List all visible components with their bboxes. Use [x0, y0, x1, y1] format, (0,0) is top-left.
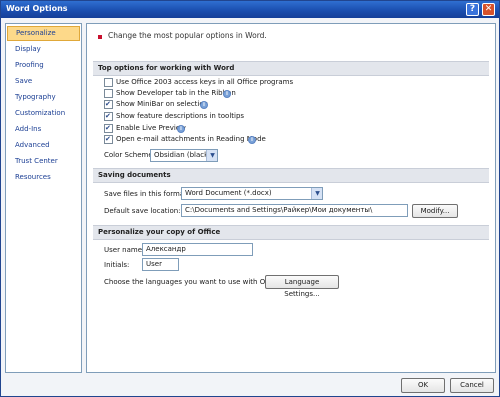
color-scheme-label: Color Scheme: [104, 151, 156, 159]
modify-button[interactable]: Modify... [412, 204, 458, 218]
section-title: Saving documents [98, 171, 171, 179]
cancel-button[interactable]: Cancel [450, 378, 494, 393]
sidebar-item-proofing[interactable]: Proofing [7, 58, 80, 73]
save-format-value: Word Document (*.docx) [185, 189, 272, 197]
help-button[interactable]: ? [466, 3, 479, 16]
save-location-label: Default save location: [104, 207, 181, 215]
word-options-dialog: Word Options ? ✕ Personalize Display Pro… [0, 0, 500, 397]
section-title: Personalize your copy of Office [98, 228, 221, 236]
option-label: Show MiniBar on selection [116, 100, 209, 108]
sidebar-item-save[interactable]: Save [7, 74, 80, 89]
feature-tooltips-checkbox[interactable] [104, 111, 113, 122]
option-label: Use Office 2003 access keys in all Offic… [116, 78, 294, 86]
section-header-personalize: Personalize your copy of Office [93, 225, 489, 240]
languages-label: Choose the languages you want to use wit… [104, 278, 281, 286]
sidebar-item-advanced[interactable]: Advanced [7, 138, 80, 153]
sidebar-item-resources[interactable]: Resources [7, 170, 80, 185]
sidebar-item-typography[interactable]: Typography [7, 90, 80, 105]
close-button[interactable]: ✕ [482, 3, 495, 16]
save-format-label: Save files in this format: [104, 190, 190, 198]
intro-bullet-icon [98, 35, 102, 39]
username-label: User name: [104, 246, 145, 254]
title-bar[interactable]: Word Options ? ✕ [1, 1, 499, 18]
live-preview-checkbox[interactable] [104, 123, 113, 134]
section-header-top-options: Top options for working with Word [93, 61, 489, 76]
office2003-keys-checkbox[interactable] [104, 78, 113, 87]
minibar-checkbox[interactable] [104, 99, 113, 110]
save-format-dropdown[interactable]: Word Document (*.docx) ▼ [181, 187, 323, 200]
initials-input[interactable]: User [142, 258, 179, 271]
chevron-down-icon[interactable]: ▼ [206, 150, 217, 161]
sidebar-item-personalize[interactable]: Personalize [7, 26, 80, 41]
chevron-down-icon[interactable]: ▼ [311, 188, 322, 199]
section-header-saving: Saving documents [93, 168, 489, 183]
ok-button[interactable]: OK [401, 378, 445, 393]
section-title: Top options for working with Word [98, 64, 235, 72]
language-settings-button[interactable]: Language Settings... [265, 275, 339, 298]
sidebar: Personalize Display Proofing Save Typogr… [5, 23, 82, 373]
sidebar-item-add-ins[interactable]: Add-Ins [7, 122, 80, 137]
color-scheme-dropdown[interactable]: Obsidian (black) ▼ [150, 149, 218, 162]
developer-tab-checkbox[interactable] [104, 89, 113, 98]
info-icon[interactable]: i [223, 90, 231, 98]
reading-mode-checkbox[interactable] [104, 134, 113, 145]
option-label: Enable Live Preview [116, 124, 186, 132]
sidebar-item-trust-center[interactable]: Trust Center [7, 154, 80, 169]
color-scheme-value: Obsidian (black) [154, 151, 211, 159]
sidebar-item-customization[interactable]: Customization [7, 106, 80, 121]
username-input[interactable]: Александр [142, 243, 253, 256]
option-label: Show Developer tab in the Ribbon [116, 89, 236, 97]
info-icon[interactable]: i [177, 125, 185, 133]
info-icon[interactable]: i [248, 136, 256, 144]
option-label: Open e-mail attachments in Reading Mode [116, 135, 266, 143]
window-title: Word Options [6, 4, 68, 13]
sidebar-item-display[interactable]: Display [7, 42, 80, 57]
info-icon[interactable]: i [200, 101, 208, 109]
initials-label: Initials: [104, 261, 130, 269]
save-location-input[interactable]: C:\Documents and Settings\Райкер\Мои док… [181, 204, 408, 217]
intro-text: Change the most popular options in Word. [108, 31, 267, 40]
main-panel: Change the most popular options in Word.… [86, 23, 496, 373]
option-label: Show feature descriptions in tooltips [116, 112, 245, 120]
